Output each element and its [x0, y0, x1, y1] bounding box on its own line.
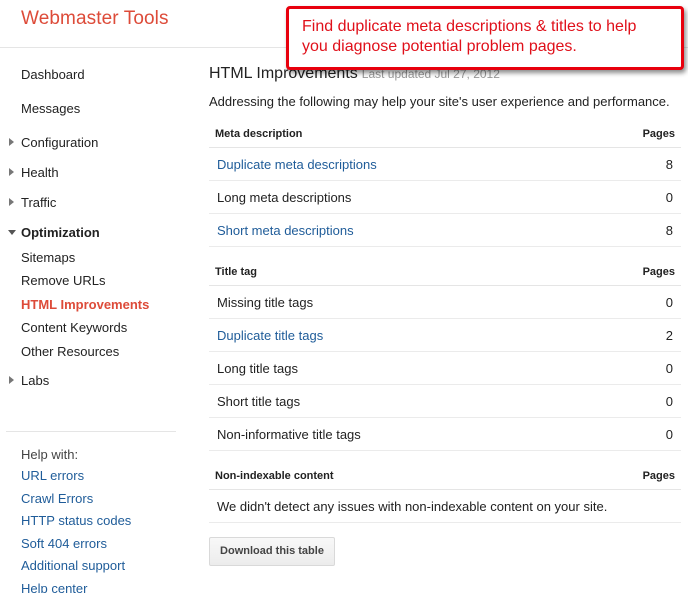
page-count: 0: [665, 427, 673, 442]
help-link-crawl-errors[interactable]: Crawl Errors: [21, 491, 93, 506]
pages-column-header: Pages: [642, 128, 675, 140]
sidebar-item-other-resources[interactable]: Other Resources: [21, 344, 119, 359]
table-header: Meta description Pages: [209, 120, 681, 148]
table-row: Long title tags 0: [209, 352, 681, 385]
annotation-callout: Find duplicate meta descriptions & title…: [286, 6, 684, 70]
section-header: Non-indexable content: [215, 470, 334, 482]
table-row: Long meta descriptions 0: [209, 181, 681, 214]
pages-column-header: Pages: [642, 470, 675, 482]
page-count: 2: [665, 328, 673, 343]
page-count: 8: [665, 157, 673, 172]
meta-description-table: Meta description Pages Duplicate meta de…: [209, 120, 681, 247]
page-count: 8: [665, 223, 673, 238]
non-indexable-content-table: Non-indexable content Pages We didn't de…: [209, 462, 681, 523]
duplicate-meta-descriptions-link[interactable]: Duplicate meta descriptions: [217, 157, 377, 172]
title-tag-table: Title tag Pages Missing title tags 0 Dup…: [209, 258, 681, 451]
table-header: Title tag Pages: [209, 258, 681, 286]
pages-column-header: Pages: [642, 266, 675, 278]
sidebar-item-messages[interactable]: Messages: [21, 101, 80, 116]
table-row: Non-informative title tags 0: [209, 418, 681, 451]
sidebar-item-labs[interactable]: Labs: [9, 373, 50, 388]
app-title[interactable]: Webmaster Tools: [21, 8, 169, 30]
sidebar-item-label: Configuration: [21, 135, 99, 150]
page-count: 0: [665, 190, 673, 205]
missing-title-tags-label: Missing title tags: [217, 295, 314, 310]
table-row: Missing title tags 0: [209, 286, 681, 319]
sidebar-item-dashboard[interactable]: Dashboard: [21, 67, 85, 82]
section-header: Meta description: [215, 128, 303, 140]
sidebar-item-label: Traffic: [21, 195, 57, 210]
help-link-http-status-codes[interactable]: HTTP status codes: [21, 513, 131, 528]
sidebar-item-traffic[interactable]: Traffic: [9, 195, 57, 210]
help-link-additional-support[interactable]: Additional support: [21, 558, 125, 573]
sidebar-item-label: Labs: [21, 373, 50, 388]
short-title-tags-label: Short title tags: [217, 394, 301, 409]
sidebar-item-label: Optimization: [21, 225, 100, 240]
help-link-soft-404-errors[interactable]: Soft 404 errors: [21, 536, 107, 551]
short-meta-descriptions-link[interactable]: Short meta descriptions: [217, 223, 354, 238]
table-row: Duplicate meta descriptions 8: [209, 148, 681, 181]
long-meta-descriptions-label: Long meta descriptions: [217, 190, 352, 205]
page-count: 0: [665, 295, 673, 310]
section-header: Title tag: [215, 266, 257, 278]
table-row: We didn't detect any issues with non-ind…: [209, 490, 681, 523]
sidebar-item-remove-urls[interactable]: Remove URLs: [21, 273, 106, 288]
expand-arrow-icon: [9, 138, 14, 146]
long-title-tags-label: Long title tags: [217, 361, 298, 376]
help-link-url-errors[interactable]: URL errors: [21, 468, 84, 483]
sidebar-nav: Dashboard Messages Configuration Health …: [0, 48, 190, 593]
table-header: Non-indexable content Pages: [209, 462, 681, 490]
sidebar-divider: [6, 431, 176, 432]
sidebar-item-html-improvements[interactable]: HTML Improvements: [21, 297, 149, 312]
collapse-arrow-icon: [8, 230, 16, 235]
help-title: Help with:: [21, 447, 79, 462]
table-row: Short title tags 0: [209, 385, 681, 418]
expand-arrow-icon: [9, 168, 14, 176]
expand-arrow-icon: [9, 376, 14, 384]
no-issues-message: We didn't detect any issues with non-ind…: [217, 499, 608, 514]
sidebar-item-optimization[interactable]: Optimization: [8, 225, 100, 240]
sidebar-item-sitemaps[interactable]: Sitemaps: [21, 250, 75, 265]
page-count: 0: [665, 394, 673, 409]
sidebar-item-label: Health: [21, 165, 59, 180]
expand-arrow-icon: [9, 198, 14, 206]
help-link-help-center[interactable]: Help center: [21, 581, 87, 593]
sidebar-item-content-keywords[interactable]: Content Keywords: [21, 320, 127, 335]
table-row: Short meta descriptions 8: [209, 214, 681, 247]
sidebar-item-configuration[interactable]: Configuration: [9, 135, 99, 150]
non-informative-title-tags-label: Non-informative title tags: [217, 427, 361, 442]
duplicate-title-tags-link[interactable]: Duplicate title tags: [217, 328, 323, 343]
sidebar-item-health[interactable]: Health: [9, 165, 59, 180]
page-count: 0: [665, 361, 673, 376]
callout-line-1: Find duplicate meta descriptions & title…: [302, 18, 637, 35]
callout-line-2: you diagnose potential problem pages.: [302, 38, 577, 55]
intro-text: Addressing the following may help your s…: [209, 94, 670, 109]
table-row: Duplicate title tags 2: [209, 319, 681, 352]
download-table-button[interactable]: Download this table: [209, 537, 335, 566]
